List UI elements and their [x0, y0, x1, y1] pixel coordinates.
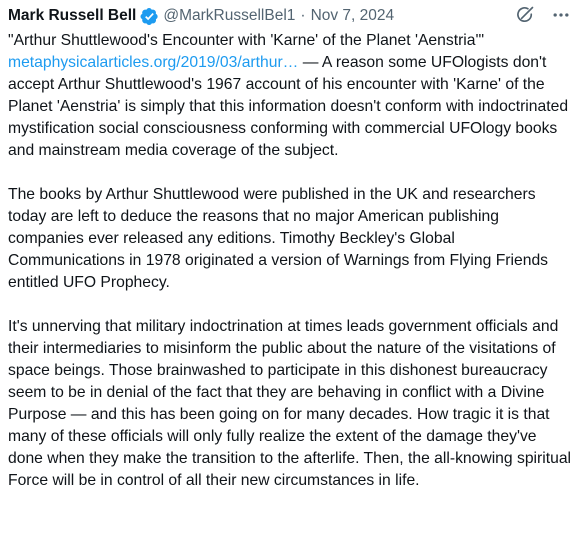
- grok-icon[interactable]: [514, 4, 536, 26]
- separator-dot: ·: [300, 7, 306, 24]
- article-link[interactable]: metaphysicalarticles.org/2019/03/arthur…: [8, 54, 298, 71]
- header-actions: [514, 4, 572, 26]
- paragraph-2: The books by Arthur Shuttlewood were pub…: [8, 186, 549, 291]
- post-date[interactable]: Nov 7, 2024: [311, 7, 395, 25]
- author-name[interactable]: Mark Russell Bell: [8, 7, 136, 25]
- post-header: Mark Russell Bell @MarkRussellBel1 · Nov…: [8, 4, 572, 28]
- verified-badge-icon[interactable]: [140, 7, 159, 26]
- post: Mark Russell Bell @MarkRussellBel1 · Nov…: [0, 0, 580, 540]
- paragraph-3: It's unnerving that military indoctrinat…: [8, 318, 572, 489]
- post-title: "Arthur Shuttlewood's Encounter with 'Ka…: [8, 32, 485, 49]
- paragraph-1: "Arthur Shuttlewood's Encounter with 'Ka…: [8, 30, 572, 162]
- author-handle[interactable]: @MarkRussellBel1: [163, 7, 295, 25]
- more-options-icon[interactable]: [550, 4, 572, 26]
- post-body: "Arthur Shuttlewood's Encounter with 'Ka…: [8, 30, 572, 492]
